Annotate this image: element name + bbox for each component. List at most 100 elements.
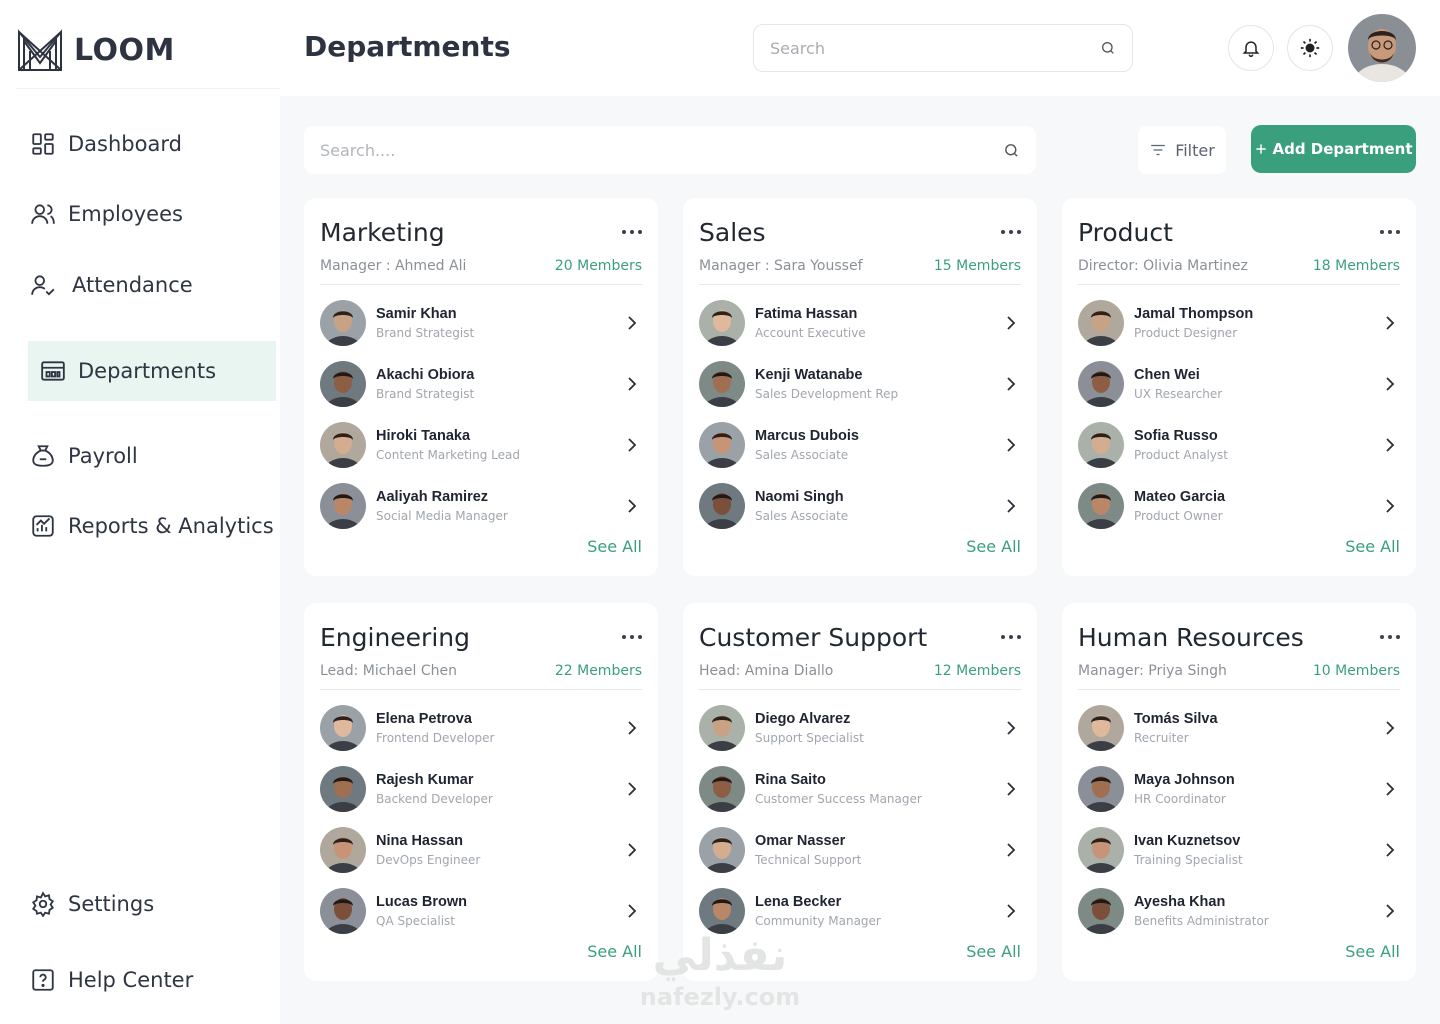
help-icon xyxy=(32,969,54,991)
list-item[interactable]: Sofia Russo Product Analyst xyxy=(1078,413,1400,474)
see-all-link[interactable]: See All xyxy=(587,537,642,556)
sidebar-item-help-center[interactable]: Help Center xyxy=(28,950,276,1010)
list-item[interactable]: Hiroki Tanaka Content Marketing Lead xyxy=(320,413,642,474)
list-item[interactable]: Maya Johnson HR Coordinator xyxy=(1078,757,1400,818)
more-options-icon[interactable] xyxy=(1001,224,1021,240)
avatar xyxy=(699,360,745,407)
list-item[interactable]: Ayesha Khan Benefits Administrator xyxy=(1078,879,1400,940)
user-avatar[interactable] xyxy=(1348,14,1416,82)
chevron-right-icon[interactable] xyxy=(622,718,642,738)
list-item[interactable]: Naomi Singh Sales Associate xyxy=(699,474,1021,535)
list-item[interactable]: Akachi Obiora Brand Strategist xyxy=(320,352,642,413)
chevron-right-icon[interactable] xyxy=(1001,313,1021,333)
list-item[interactable]: Ivan Kuznetsov Training Specialist xyxy=(1078,818,1400,879)
filter-button[interactable]: Filter xyxy=(1138,126,1226,174)
sidebar-item-payroll[interactable]: Payroll xyxy=(28,426,276,486)
list-item[interactable]: Marcus Dubois Sales Associate xyxy=(699,413,1021,474)
more-options-icon[interactable] xyxy=(1001,629,1021,645)
list-item[interactable]: Mateo Garcia Product Owner xyxy=(1078,474,1400,535)
chevron-right-icon[interactable] xyxy=(1380,435,1400,455)
list-item[interactable]: Tomás Silva Recruiter xyxy=(1078,696,1400,757)
more-options-icon[interactable] xyxy=(622,224,642,240)
add-department-button[interactable]: Add Department xyxy=(1251,125,1416,173)
chevron-right-icon[interactable] xyxy=(1380,374,1400,394)
department-search[interactable] xyxy=(304,126,1036,174)
avatar xyxy=(320,421,366,468)
chevron-right-icon[interactable] xyxy=(1380,718,1400,738)
more-options-icon[interactable] xyxy=(622,629,642,645)
member-name: Maya Johnson xyxy=(1134,771,1235,788)
department-card[interactable]: Human Resources Manager: Priya Singh 10 Me… xyxy=(1062,603,1416,981)
header-search[interactable] xyxy=(753,24,1133,72)
see-all-link[interactable]: See All xyxy=(1345,942,1400,961)
department-card[interactable]: Sales Manager : Sara Youssef 15 Members Fat… xyxy=(683,198,1037,576)
member-name: Tomás Silva xyxy=(1134,710,1218,727)
sidebar-item-dashboard[interactable]: Dashboard xyxy=(28,114,276,174)
member-info: Jamal Thompson Product Designer xyxy=(1134,306,1380,340)
chevron-right-icon[interactable] xyxy=(1380,313,1400,333)
list-item[interactable]: Jamal Thompson Product Designer xyxy=(1078,291,1400,352)
member-name: Omar Nasser xyxy=(755,832,846,849)
department-card[interactable]: Engineering Lead: Michael Chen 22 Members E… xyxy=(304,603,658,981)
chevron-right-icon[interactable] xyxy=(1380,840,1400,860)
list-item[interactable]: Rina Saito Customer Success Manager xyxy=(699,757,1021,818)
list-item[interactable]: Aaliyah Ramirez Social Media Manager xyxy=(320,474,642,535)
list-item[interactable]: Kenji Watanabe Sales Development Rep xyxy=(699,352,1021,413)
list-item[interactable]: Samir Khan Brand Strategist xyxy=(320,291,642,352)
chevron-right-icon[interactable] xyxy=(1380,779,1400,799)
sidebar-item-reports[interactable]: Reports & Analytics xyxy=(28,496,276,556)
see-all-link[interactable]: See All xyxy=(966,537,1021,556)
header-search-input[interactable] xyxy=(770,38,1100,58)
department-search-input[interactable] xyxy=(320,140,1003,160)
member-name: Diego Alvarez xyxy=(755,710,851,727)
chevron-right-icon[interactable] xyxy=(1001,901,1021,921)
sidebar-item-attendance[interactable]: Attendance xyxy=(28,255,276,315)
department-card[interactable]: Customer Support Head: Amina Diallo 12 Mem… xyxy=(683,603,1037,981)
chevron-right-icon[interactable] xyxy=(622,496,642,516)
chevron-right-icon[interactable] xyxy=(622,374,642,394)
more-options-icon[interactable] xyxy=(1380,629,1400,645)
chevron-right-icon[interactable] xyxy=(1001,435,1021,455)
notifications-button[interactable] xyxy=(1228,25,1274,71)
chevron-right-icon[interactable] xyxy=(1380,901,1400,921)
sun-icon xyxy=(1300,38,1320,58)
chevron-right-icon[interactable] xyxy=(622,901,642,921)
more-options-icon[interactable] xyxy=(1380,224,1400,240)
list-item[interactable]: Omar Nasser Technical Support xyxy=(699,818,1021,879)
chevron-right-icon[interactable] xyxy=(1001,718,1021,738)
theme-toggle-button[interactable] xyxy=(1287,25,1333,71)
search-icon[interactable] xyxy=(1003,142,1020,159)
list-item[interactable]: Rajesh Kumar Backend Developer xyxy=(320,757,642,818)
app-logo[interactable]: LOOM xyxy=(16,26,175,74)
chevron-right-icon[interactable] xyxy=(1001,779,1021,799)
sidebar-item-departments[interactable]: Departments xyxy=(28,341,276,401)
department-card[interactable]: Product Director: Olivia Martinez 18 Membe… xyxy=(1062,198,1416,576)
chevron-right-icon[interactable] xyxy=(622,779,642,799)
list-item[interactable]: Fatima Hassan Account Executive xyxy=(699,291,1021,352)
chevron-right-icon[interactable] xyxy=(622,840,642,860)
list-item[interactable]: Diego Alvarez Support Specialist xyxy=(699,696,1021,757)
member-info: Tomás Silva Recruiter xyxy=(1134,711,1380,745)
chevron-right-icon[interactable] xyxy=(1001,496,1021,516)
chevron-right-icon[interactable] xyxy=(1001,374,1021,394)
department-lead: Manager : Sara Youssef xyxy=(699,258,863,274)
list-item[interactable]: Nina Hassan DevOps Engineer xyxy=(320,818,642,879)
chevron-right-icon[interactable] xyxy=(1001,840,1021,860)
sidebar-item-employees[interactable]: Employees xyxy=(28,184,276,244)
member-info: Lucas Brown QA Specialist xyxy=(376,894,622,928)
sidebar-item-settings[interactable]: Settings xyxy=(28,874,276,934)
department-card[interactable]: Marketing Manager : Ahmed Ali 20 Members Sa… xyxy=(304,198,658,576)
avatar xyxy=(699,482,745,529)
filter-icon xyxy=(1151,144,1165,156)
sidebar-item-label: Payroll xyxy=(68,444,138,468)
list-item[interactable]: Lucas Brown QA Specialist xyxy=(320,879,642,940)
search-icon[interactable] xyxy=(1100,40,1116,56)
see-all-link[interactable]: See All xyxy=(966,942,1021,961)
money-bag-icon xyxy=(32,445,54,467)
chevron-right-icon[interactable] xyxy=(622,435,642,455)
chevron-right-icon[interactable] xyxy=(622,313,642,333)
list-item[interactable]: Elena Petrova Frontend Developer xyxy=(320,696,642,757)
chevron-right-icon[interactable] xyxy=(1380,496,1400,516)
list-item[interactable]: Chen Wei UX Researcher xyxy=(1078,352,1400,413)
see-all-link[interactable]: See All xyxy=(1345,537,1400,556)
